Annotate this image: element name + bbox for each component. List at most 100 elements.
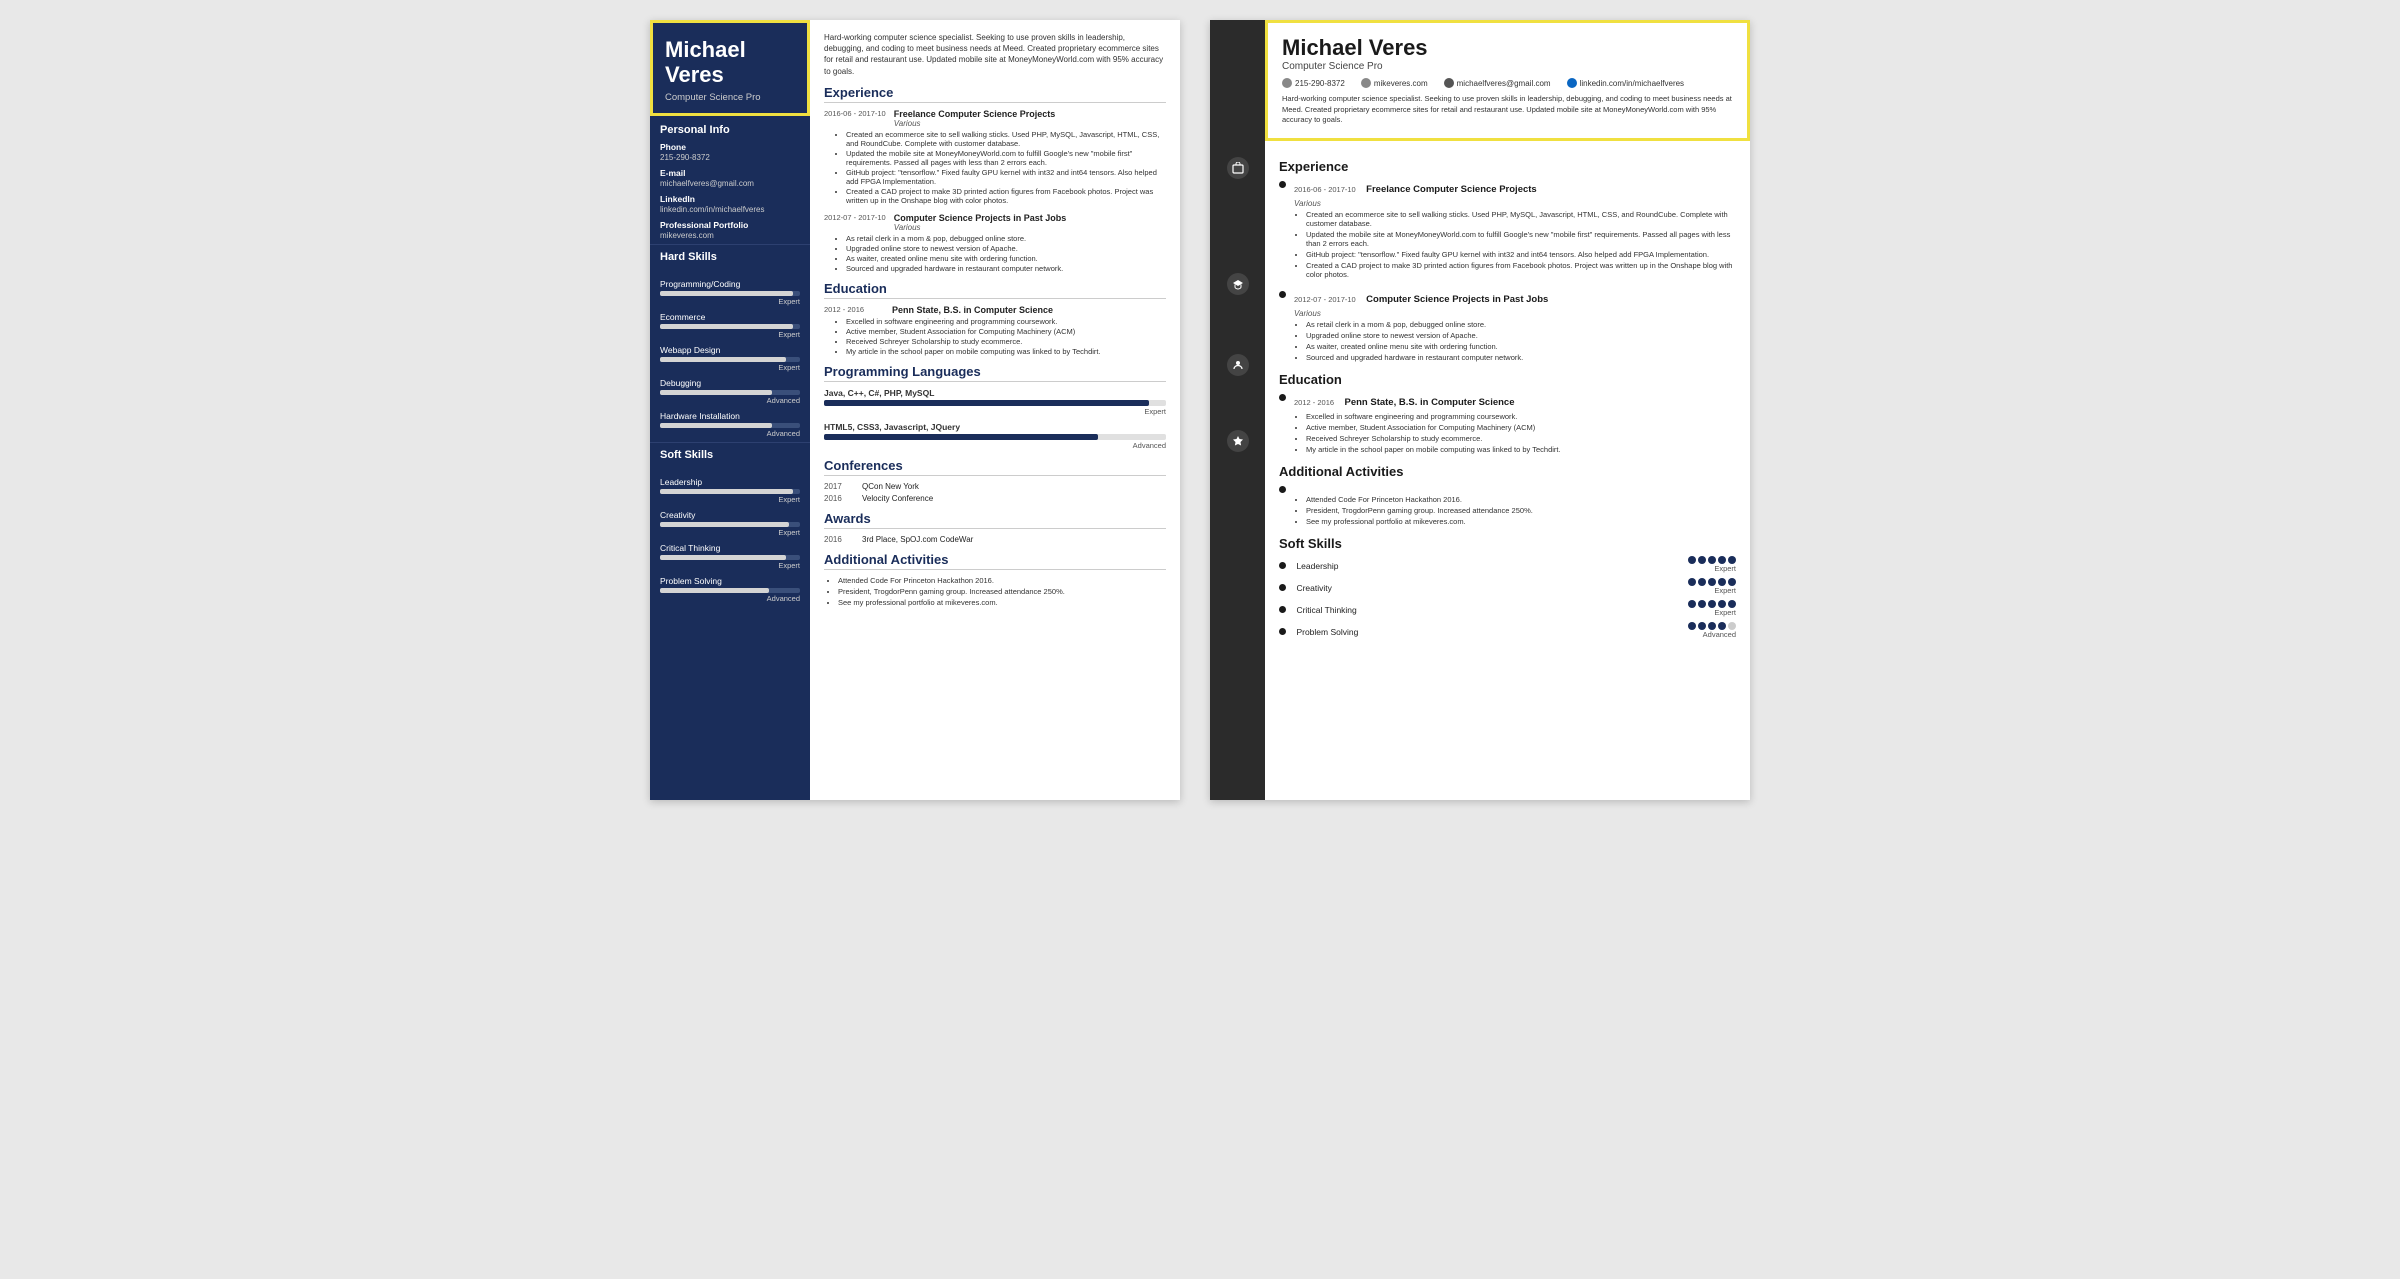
resume-right: Michael Veres Computer Science Pro 215-2… [1210, 20, 1750, 800]
list-item: Upgraded online store to newest version … [846, 244, 1166, 253]
summary-text: Hard-working computer science specialist… [824, 32, 1166, 77]
personal-info-header: Personal Info [660, 124, 800, 136]
dark-body: Experience 2016-06 - 2017-10 Freelance C… [1210, 141, 1750, 801]
experience-header: Experience [824, 85, 1166, 103]
portfolio-label: Professional Portfolio [660, 220, 800, 230]
dark-email: michaelfveres@gmail.com [1444, 78, 1551, 88]
list-item: Updated the mobile site at MoneyMoneyWor… [1306, 230, 1736, 248]
job-title: Computer Science Pro [665, 92, 795, 103]
dark-name: Michael Veres [1282, 35, 1733, 61]
job-bullets-past: As retail clerk in a mom & pop, debugged… [834, 234, 1166, 273]
dark-linkedin: linkedin.com/in/michaelfveres [1567, 78, 1685, 88]
dark-skill-creativity: Creativity Expert [1279, 578, 1736, 596]
list-item: Received Schreyer Scholarship to study e… [1306, 434, 1736, 443]
linkedin-icon [1567, 78, 1577, 88]
dark-activities-block: Attended Code For Princeton Hackathon 20… [1279, 484, 1736, 526]
phone-value: 215-290-8372 [660, 153, 800, 162]
skill-critical-thinking: Critical Thinking Expert [660, 543, 800, 570]
dark-jobtitle-freelance: Freelance Computer Science Projects [1366, 184, 1537, 195]
dark-sidebar [1210, 141, 1265, 801]
list-item: Excelled in software engineering and pro… [846, 317, 1166, 326]
dark-soft-skills-header: Soft Skills [1279, 536, 1736, 551]
dark-edu-title: Penn State, B.S. in Computer Science [1345, 397, 1515, 408]
sidebar-header: Michael Veres Computer Science Pro [650, 20, 810, 116]
list-item: Sourced and upgraded hardware in restaur… [1306, 353, 1736, 362]
list-item: GitHub project: "tensorflow." Fixed faul… [846, 168, 1166, 186]
dark-activities-bullets: Attended Code For Princeton Hackathon 20… [1294, 495, 1736, 526]
portfolio-value: mikeveres.com [660, 231, 800, 240]
dark-subtitle-freelance: Various [1294, 199, 1736, 208]
bullet-dot [1279, 181, 1286, 188]
list-item: Active member, Student Association for C… [846, 327, 1166, 336]
education-icon-wrap [1227, 273, 1249, 299]
dark-edu-bullets: Excelled in software engineering and pro… [1294, 412, 1736, 454]
linkedin-value: linkedin.com/in/michaelfveres [660, 205, 800, 214]
dark-skill-problem-solving: Problem Solving Advanced [1279, 622, 1736, 640]
conf-qcon: 2017 QCon New York [824, 482, 1166, 491]
list-item: As retail clerk in a mom & pop, debugged… [1306, 320, 1736, 329]
dark-edu-date: 2012 - 2016 [1294, 398, 1334, 407]
lang-java: Java, C++, C#, PHP, MySQL Expert [824, 388, 1166, 416]
dark-contact-row: 215-290-8372 mikeveres.com michaelfveres… [1282, 78, 1733, 88]
list-item: Sourced and upgraded hardware in restaur… [846, 264, 1166, 273]
list-item: See my professional portfolio at mikever… [1306, 517, 1736, 526]
awards-header: Awards [824, 511, 1166, 529]
job-bullets-freelance: Created an ecommerce site to sell walkin… [834, 130, 1166, 205]
dark-header-content: Michael Veres Computer Science Pro 215-2… [1265, 20, 1750, 141]
dot-rating-creativity [1688, 578, 1736, 586]
skill-hardware: Hardware Installation Advanced [660, 411, 800, 438]
lang-html: HTML5, CSS3, Javascript, JQuery Advanced [824, 422, 1166, 450]
bullet-dot [1279, 291, 1286, 298]
education-entry: 2012 - 2016 Penn State, B.S. in Computer… [824, 305, 1166, 356]
dark-summary: Hard-working computer science specialist… [1282, 94, 1733, 126]
email-icon [1444, 78, 1454, 88]
dark-phone: 215-290-8372 [1282, 78, 1345, 88]
list-item: My article in the school paper on mobile… [846, 347, 1166, 356]
job-title-freelance: Freelance Computer Science Projects [894, 109, 1056, 119]
list-item: As retail clerk in a mom & pop, debugged… [846, 234, 1166, 243]
job-date-freelance: 2016-06 - 2017-10 [824, 109, 886, 118]
email-label: E-mail [660, 168, 800, 178]
resume-left: Michael Veres Computer Science Pro Perso… [650, 20, 1180, 800]
experience-icon [1227, 157, 1249, 179]
dark-date-freelance: 2016-06 - 2017-10 [1294, 185, 1356, 194]
name-heading: Michael Veres [665, 37, 795, 88]
skill-ecommerce: Ecommerce Expert [660, 312, 800, 339]
list-item: Updated the mobile site at MoneyMoneyWor… [846, 149, 1166, 167]
bullet-dot [1279, 628, 1286, 635]
dark-experience-header: Experience [1279, 159, 1736, 174]
list-item: My article in the school paper on mobile… [1306, 445, 1736, 454]
education-header: Education [824, 281, 1166, 299]
website-icon [1361, 78, 1371, 88]
skill-debugging: Debugging Advanced [660, 378, 800, 405]
list-item: Received Schreyer Scholarship to study e… [846, 337, 1166, 346]
education-icon [1227, 273, 1249, 295]
job-subtitle-freelance: Various [894, 119, 1056, 128]
bullet-dot [1279, 606, 1286, 613]
sidebar-left: Michael Veres Computer Science Pro Perso… [650, 20, 810, 800]
job-date-past: 2012-07 - 2017-10 [824, 213, 886, 222]
dark-edu-entry: 2012 - 2016 Penn State, B.S. in Computer… [1279, 392, 1736, 454]
dark-education-header: Education [1279, 372, 1736, 387]
list-item: Created a CAD project to make 3D printed… [846, 187, 1166, 205]
email-value: michaelfveres@gmail.com [660, 179, 800, 188]
soft-skills-section: Leadership Expert Creativity Expert Crit… [650, 463, 810, 607]
dark-activities-header: Additional Activities [1279, 464, 1736, 479]
hard-skills-section: Programming/Coding Expert Ecommerce Expe… [650, 265, 810, 442]
list-item: Excelled in software engineering and pro… [1306, 412, 1736, 421]
list-item: Attended Code For Princeton Hackathon 20… [1306, 495, 1736, 504]
dot-rating-leadership [1688, 556, 1736, 564]
list-item: See my professional portfolio at mikever… [838, 598, 1166, 607]
list-item: GitHub project: "tensorflow." Fixed faul… [1306, 250, 1736, 259]
edu-date: 2012 - 2016 [824, 305, 884, 314]
hard-skills-header: Hard Skills [650, 244, 810, 265]
linkedin-label: LinkedIn [660, 194, 800, 204]
job-title-past: Computer Science Projects in Past Jobs [894, 213, 1067, 223]
skill-problem-solving: Problem Solving Advanced [660, 576, 800, 603]
edu-title: Penn State, B.S. in Computer Science [892, 305, 1053, 315]
edu-bullets: Excelled in software engineering and pro… [834, 317, 1166, 356]
job-freelance: 2016-06 - 2017-10 Freelance Computer Sci… [824, 109, 1166, 205]
soft-skills-icon [1227, 430, 1249, 452]
list-item: Created an ecommerce site to sell walkin… [846, 130, 1166, 148]
dot-rating-problem [1688, 622, 1736, 630]
